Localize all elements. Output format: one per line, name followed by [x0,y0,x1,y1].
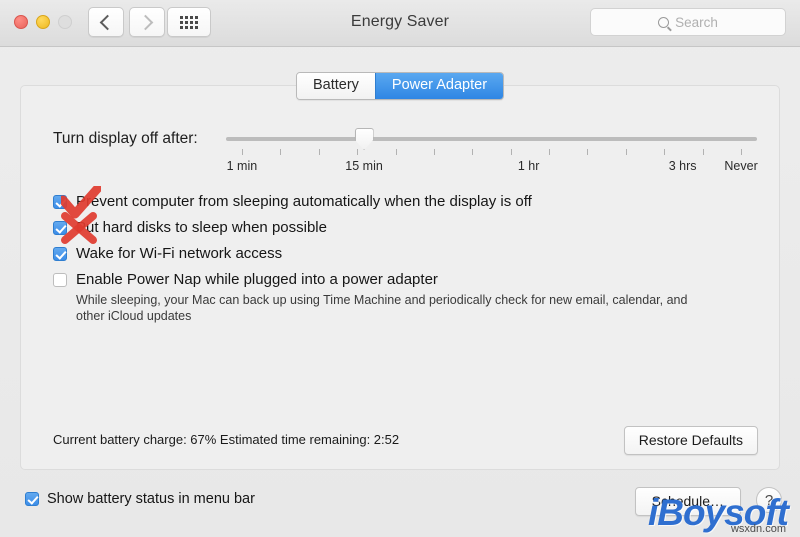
search-placeholder: Search [675,14,718,30]
option-row-power-nap[interactable]: Enable Power Nap while plugged into a po… [53,270,759,291]
slider-tick [702,149,704,155]
checkbox-power-nap[interactable] [53,273,67,287]
slider-tick [625,149,627,155]
search-input[interactable]: Search [590,8,786,36]
option-label-hard-disk-sleep: Put hard disks to sleep when possible [76,219,327,236]
slider-tick [357,149,359,155]
option-row-prevent-sleep[interactable]: Prevent computer from sleeping automatic… [53,186,759,219]
slider-tick [472,149,474,155]
watermark-source: wsxdn.com [730,523,786,535]
slider-tick [741,149,743,155]
option-row-hard-disk-sleep[interactable]: Put hard disks to sleep when possible [53,212,759,244]
slider-tick [318,149,320,155]
slider-tick [549,149,551,155]
checkbox-hard-disk-sleep[interactable] [53,221,67,235]
search-icon [658,16,670,28]
slider-tick [241,149,243,155]
option-label-power-nap: Enable Power Nap while plugged into a po… [76,271,438,288]
slider-tick [587,149,589,155]
tab-battery[interactable]: Battery [296,73,375,99]
slider-tick [280,149,282,155]
option-label-wake-wifi: Wake for Wi-Fi network access [76,245,283,262]
tab-power-adapter[interactable]: Power Adapter [374,73,504,99]
restore-defaults-button[interactable]: Restore Defaults [623,426,758,455]
slider-tick-label: 1 hr [517,159,540,173]
battery-status-text: Current battery charge: 67% Estimated ti… [53,432,400,447]
checkbox-show-battery-status[interactable] [25,492,39,506]
slider-tick [433,149,435,155]
option-row-wake-wifi[interactable]: Wake for Wi-Fi network access [53,244,759,265]
segmented-control: Battery Power Adapter [295,72,505,100]
slider-tick-label: 1 min [226,159,258,173]
title-bar: Energy Saver Search [0,0,800,47]
slider-tick [510,149,512,155]
show-battery-status-row[interactable]: Show battery status in menu bar [25,491,255,507]
checkbox-wake-wifi[interactable] [53,247,67,261]
show-battery-status-label: Show battery status in menu bar [47,491,255,507]
slider-label: Turn display off after: [53,130,198,147]
slider-tick-label: Never [724,159,758,173]
settings-panel: Turn display off after: 1 min 15 min 1 hr 3… [20,85,780,470]
slider-thumb[interactable] [354,128,374,150]
slider-tick-label: 15 min [345,159,383,173]
power-nap-description: While sleeping, your Mac can back up usi… [76,293,688,323]
slider-tick [395,149,397,155]
energy-saver-window: Energy Saver Search Battery Power Adapte… [0,0,800,537]
display-sleep-slider-row: Turn display off after: 1 min 15 min 1 hr 3… [21,119,779,179]
option-label-prevent-sleep: Prevent computer from sleeping automatic… [76,193,532,210]
options-list: Prevent computer from sleeping automatic… [53,186,759,324]
slider-track[interactable] [226,137,757,141]
slider-tick-label: 3 hrs [668,159,697,173]
slider-tick [664,149,666,155]
tab-bar: Battery Power Adapter [0,72,800,100]
checkbox-prevent-sleep[interactable] [53,195,67,209]
